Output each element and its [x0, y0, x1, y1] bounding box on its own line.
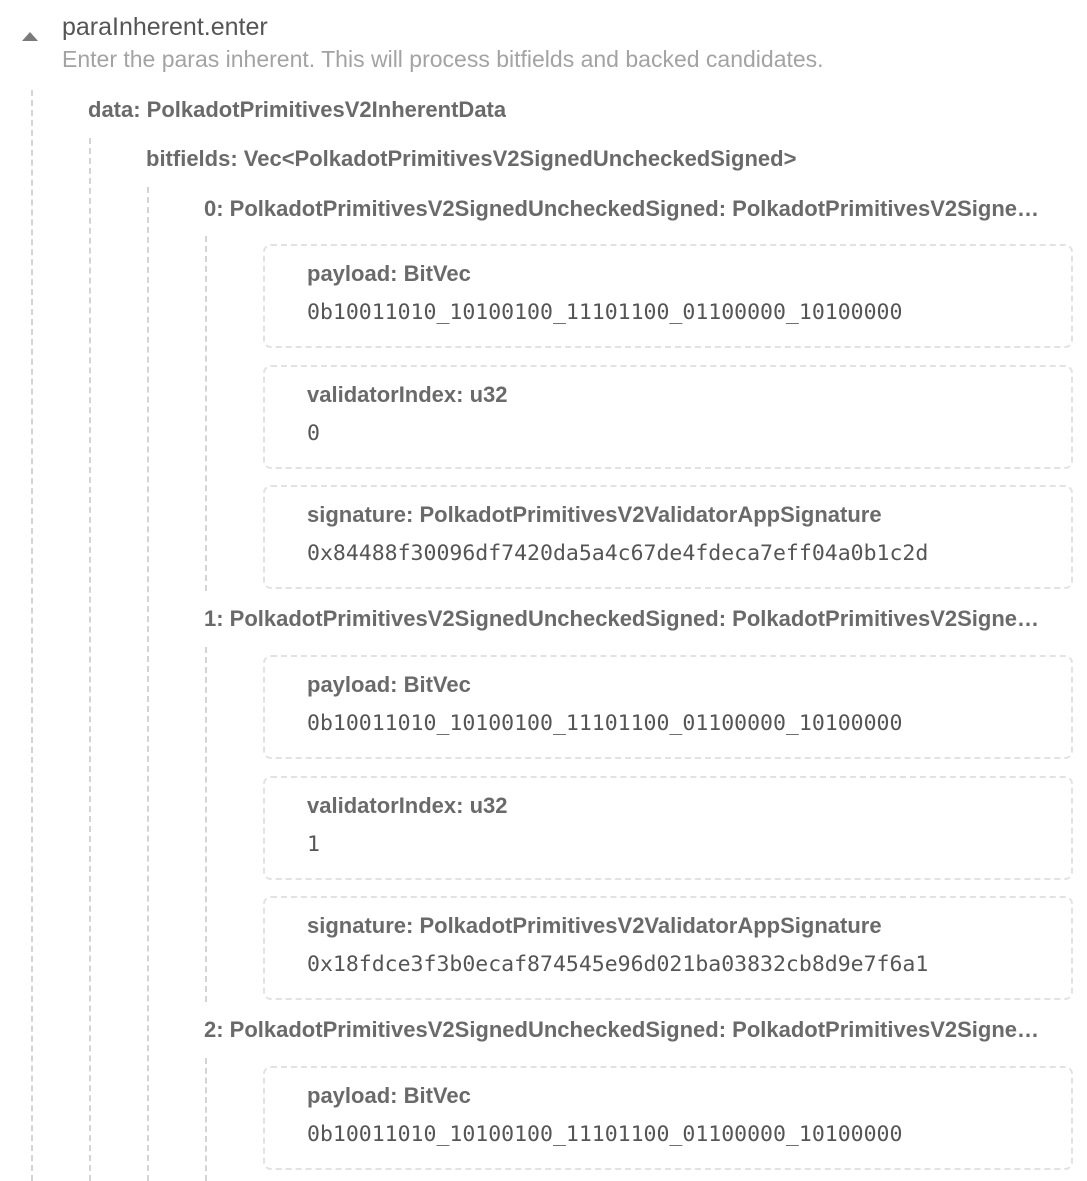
tree-guide-data: [89, 138, 91, 1181]
payload-label: payload: BitVec: [307, 672, 471, 697]
signature-label: signature: PolkadotPrimitivesV2Validator…: [307, 913, 882, 938]
payload-label: payload: BitVec: [307, 1083, 471, 1108]
tree-guide-item-2: [205, 1058, 207, 1181]
signature-value: 0x84488f30096df7420da5a4c67de4fdeca7eff0…: [307, 541, 929, 566]
signature-label: signature: PolkadotPrimitivesV2Validator…: [307, 502, 882, 527]
tree-guide-item-0: [205, 236, 207, 591]
collapse-chevron-icon[interactable]: [22, 32, 38, 41]
signature-value: 0x18fdce3f3b0ecaf874545e96d021ba03832cb8…: [307, 952, 929, 977]
tree-guide-item-1: [205, 647, 207, 1002]
payload-value: 0b10011010_10100100_11101100_01100000_10…: [307, 711, 903, 736]
bitfield-item-2-label: 2: PolkadotPrimitivesV2SignedUncheckedSi…: [204, 1017, 1044, 1042]
payload-field-2: payload: BitVec 0b10011010_10100100_1110…: [263, 1066, 1073, 1170]
signature-field-0: signature: PolkadotPrimitivesV2Validator…: [263, 485, 1073, 589]
payload-label: payload: BitVec: [307, 261, 471, 286]
validator-index-value: 0: [307, 421, 320, 446]
signature-field-1: signature: PolkadotPrimitivesV2Validator…: [263, 896, 1073, 1000]
validator-index-value: 1: [307, 832, 320, 857]
tree-guide-call: [31, 90, 33, 1181]
bitfield-item-1-label: 1: PolkadotPrimitivesV2SignedUncheckedSi…: [204, 606, 1040, 631]
payload-value: 0b10011010_10100100_11101100_01100000_10…: [307, 300, 903, 325]
validator-index-field-1: validatorIndex: u32 1: [263, 776, 1073, 880]
bitfield-item-0-label: 0: PolkadotPrimitivesV2SignedUncheckedSi…: [204, 196, 1044, 221]
tree-guide-bitfields: [147, 187, 149, 1181]
payload-value: 0b10011010_10100100_11101100_01100000_10…: [307, 1122, 903, 1147]
payload-field-1: payload: BitVec 0b10011010_10100100_1110…: [263, 655, 1073, 759]
validator-index-label: validatorIndex: u32: [307, 382, 508, 407]
validator-index-field-0: validatorIndex: u32 0: [263, 365, 1073, 469]
validator-index-label: validatorIndex: u32: [307, 793, 508, 818]
bitfields-param-label: bitfields: Vec<PolkadotPrimitivesV2Signe…: [146, 146, 797, 171]
call-description: Enter the paras inherent. This will proc…: [62, 46, 824, 72]
data-param-label: data: PolkadotPrimitivesV2InherentData: [88, 97, 507, 122]
payload-field-0: payload: BitVec 0b10011010_10100100_1110…: [263, 244, 1073, 348]
call-name[interactable]: paraInherent.enter: [62, 13, 268, 42]
